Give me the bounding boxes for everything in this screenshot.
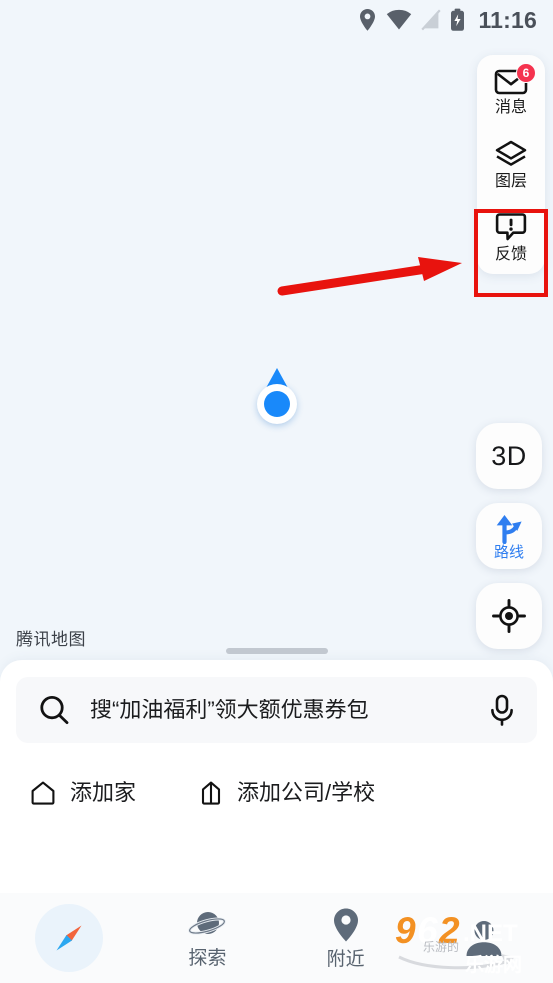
sheet-drag-handle[interactable] [225, 648, 328, 654]
nav-item-explore[interactable]: 探索 [138, 893, 276, 983]
tool-messages[interactable]: 6 消息 [477, 55, 545, 128]
shortcut-row: 添加家 添加公司/学校 [0, 763, 553, 823]
status-bar-clock: 11:16 [478, 6, 537, 33]
button-route-label: 路线 [493, 544, 524, 561]
button-3d-view[interactable]: 3D [476, 423, 542, 489]
battery-charging-icon [451, 8, 465, 31]
search-icon [40, 696, 69, 724]
shortcut-add-work-label: 添加公司/学校 [237, 780, 376, 805]
map-tool-panel: 6 消息 图层 反馈 [477, 55, 545, 274]
feedback-bubble-icon [495, 213, 527, 241]
location-pin-icon [360, 9, 376, 31]
search-bar[interactable]: 搜“加油福利”领大额优惠券包 [16, 677, 537, 743]
microphone-icon[interactable] [489, 694, 515, 726]
shortcut-add-home[interactable]: 添加家 [30, 780, 136, 806]
bottom-nav: 探索 附近 [0, 893, 553, 983]
nav-item-explore-label: 探索 [188, 948, 227, 969]
compass-needle-icon [56, 925, 82, 951]
nav-item-compass[interactable] [0, 893, 138, 983]
nav-item-nearby-label: 附近 [326, 949, 365, 970]
nav-item-nearby[interactable]: 附近 [277, 893, 415, 983]
annotation-arrow-icon [277, 257, 462, 296]
home-icon [31, 781, 55, 805]
app-root: 腾讯地图 11:16 6 消息 图层 反馈 3D 路线 搜“加油福利”领大额优惠… [0, 0, 553, 983]
tool-layers[interactable]: 图层 [477, 128, 545, 201]
signal-off-icon [421, 9, 442, 31]
nav-item-profile[interactable] [415, 893, 553, 983]
shortcut-add-work[interactable]: 添加公司/学校 [199, 780, 375, 806]
location-dot [264, 391, 290, 417]
layers-icon [495, 140, 527, 166]
route-arrow-icon [496, 515, 522, 544]
map-canvas[interactable]: 腾讯地图 [0, 0, 553, 660]
briefcase-icon [201, 781, 221, 805]
status-bar: 11:16 [0, 0, 553, 40]
wifi-icon [387, 9, 412, 30]
button-route[interactable]: 路线 [476, 503, 542, 569]
map-pin-icon [333, 908, 358, 942]
planet-icon [188, 912, 227, 935]
map-attribution: 腾讯地图 [16, 630, 86, 649]
user-avatar-icon [466, 921, 502, 956]
search-input[interactable]: 搜“加油福利”领大额优惠券包 [90, 699, 469, 721]
messages-badge: 6 [516, 63, 536, 83]
crosshair-icon [492, 599, 526, 633]
current-location-puck [255, 368, 299, 424]
tool-feedback-label: 反馈 [494, 246, 527, 263]
shortcut-add-home-label: 添加家 [70, 780, 137, 805]
tool-feedback[interactable]: 反馈 [477, 201, 545, 274]
tool-layers-label: 图层 [494, 172, 527, 190]
compass-active-circle [35, 904, 104, 972]
bottom-sheet: 搜“加油福利”领大额优惠券包 添加家 添加公司/学校 [0, 660, 553, 893]
button-3d-label: 3D [491, 440, 527, 471]
button-locate-me[interactable] [476, 583, 542, 649]
tool-messages-label: 消息 [494, 98, 527, 116]
